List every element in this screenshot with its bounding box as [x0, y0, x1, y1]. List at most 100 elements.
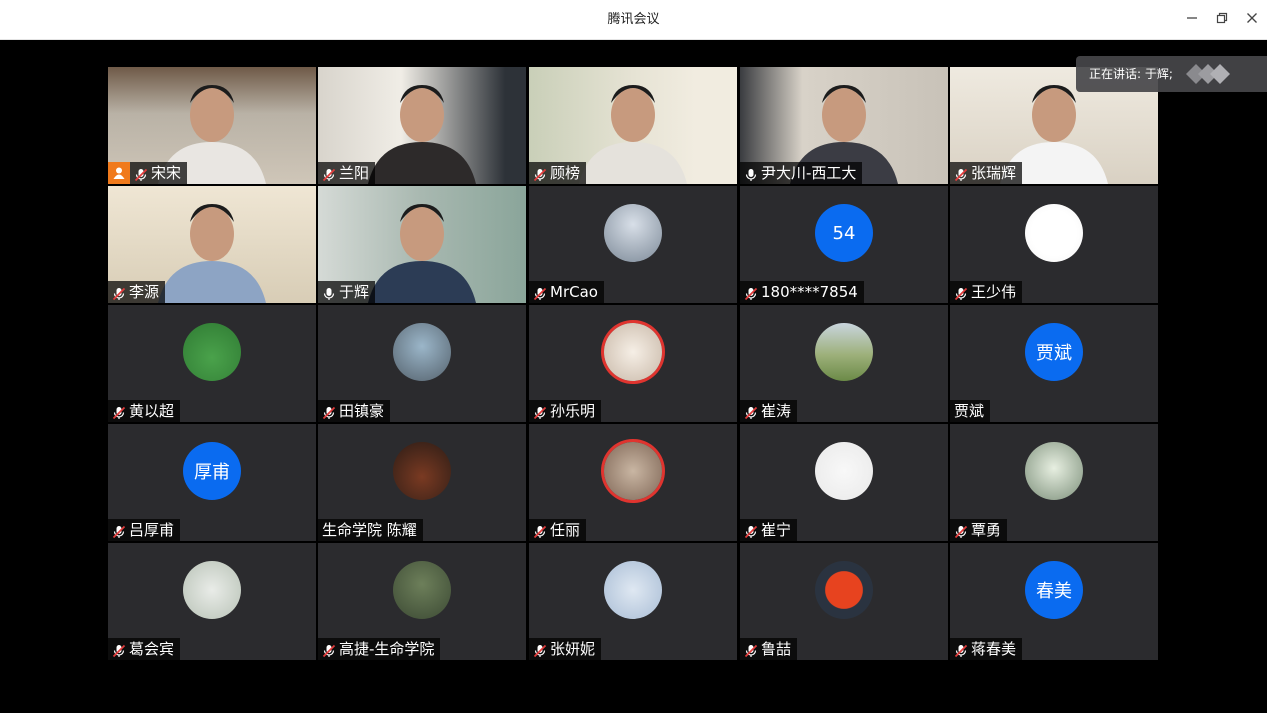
participant-tile[interactable]: 贾斌 贾斌: [950, 305, 1158, 422]
participant-avatar: [815, 442, 873, 500]
microphone-muted-icon: [112, 285, 126, 301]
participant-name: 高捷-生命学院: [339, 640, 435, 658]
participant-name: 生命学院 陈耀: [322, 521, 417, 539]
participant-avatar: [815, 323, 873, 381]
participant-name-label: 贾斌: [950, 400, 991, 422]
close-icon: [1247, 13, 1257, 23]
participant-avatar: 春美: [1025, 561, 1083, 619]
participant-tile[interactable]: 鲁喆: [740, 543, 948, 660]
participant-name: 覃勇: [971, 521, 1002, 539]
window-title: 腾讯会议: [607, 12, 660, 27]
title-bar: 腾讯会议: [0, 0, 1267, 40]
participant-name: 崔宁: [761, 521, 792, 539]
participant-name-label: 黄以超: [108, 400, 181, 422]
minimize-button[interactable]: [1180, 8, 1204, 32]
participant-tile[interactable]: 兰阳: [318, 67, 526, 184]
participant-name: 黄以超: [129, 402, 175, 420]
participant-tile[interactable]: 张妍妮: [529, 543, 737, 660]
participant-name: 于辉: [339, 283, 370, 301]
speaker-avatars-icon: [1186, 64, 1230, 84]
participant-name: 宋宋: [151, 164, 182, 182]
participant-tile[interactable]: 宋宋: [108, 67, 316, 184]
participant-tile[interactable]: 王少伟: [950, 186, 1158, 303]
participant-name: 兰阳: [339, 164, 370, 182]
close-button[interactable]: [1240, 8, 1264, 32]
participant-name: MrCao: [550, 283, 598, 301]
participant-name: 孙乐明: [550, 402, 596, 420]
participant-avatar: [604, 323, 662, 381]
participant-name: 蒋春美: [971, 640, 1017, 658]
microphone-muted-icon: [744, 523, 758, 539]
participant-avatar: [604, 561, 662, 619]
participant-name-label: 覃勇: [950, 519, 1008, 541]
microphone-muted-icon: [112, 523, 126, 539]
microphone-muted-icon: [322, 404, 336, 420]
participant-tile[interactable]: 覃勇: [950, 424, 1158, 541]
participant-tile[interactable]: 厚甫 吕厚甫: [108, 424, 316, 541]
microphone-muted-icon: [533, 523, 547, 539]
participant-tile[interactable]: 任丽: [529, 424, 737, 541]
participant-name-label: 顾榜: [529, 162, 587, 184]
participant-avatar: 贾斌: [1025, 323, 1083, 381]
participant-name: 180****7854: [761, 283, 858, 301]
participant-avatar: 厚甫: [183, 442, 241, 500]
participant-tile[interactable]: 54 180****7854: [740, 186, 948, 303]
participant-tile[interactable]: 尹大川-西工大: [740, 67, 948, 184]
participant-name-label: 生命学院 陈耀: [318, 519, 423, 541]
participant-tile[interactable]: 黄以超: [108, 305, 316, 422]
participant-name-label: 王少伟: [950, 281, 1023, 303]
participant-name: 李源: [129, 283, 160, 301]
participant-name-label: 180****7854: [740, 281, 864, 303]
participant-name: 尹大川-西工大: [761, 164, 857, 182]
microphone-muted-icon: [533, 404, 547, 420]
microphone-muted-icon: [322, 642, 336, 658]
host-icon: [108, 162, 130, 184]
participant-name-label: 尹大川-西工大: [740, 162, 863, 184]
microphone-muted-icon: [744, 642, 758, 658]
participant-tile[interactable]: 高捷-生命学院: [318, 543, 526, 660]
participant-name-label: 张瑞辉: [950, 162, 1023, 184]
microphone-muted-icon: [533, 642, 547, 658]
participant-name-label: 兰阳: [318, 162, 376, 184]
participant-tile[interactable]: 于辉: [318, 186, 526, 303]
participant-name-label: 鲁喆: [740, 638, 798, 660]
restore-icon: [1216, 12, 1228, 24]
participant-name: 任丽: [550, 521, 581, 539]
participant-tile[interactable]: 春美蒋春美: [950, 543, 1158, 660]
participant-avatar: [604, 204, 662, 262]
minimize-icon: [1187, 17, 1197, 19]
participant-name-label: 宋宋: [108, 162, 188, 184]
restore-button[interactable]: [1210, 8, 1234, 32]
participant-name: 王少伟: [971, 283, 1017, 301]
participant-avatar: [183, 561, 241, 619]
video-grid: 宋宋 兰阳 顾榜 尹大川-西工大 张瑞辉李源 于辉 MrCao 54 180****7854 王少…: [0, 40, 1267, 713]
participant-name-label: 李源: [108, 281, 166, 303]
participant-tile[interactable]: 孙乐明: [529, 305, 737, 422]
participant-tile[interactable]: 崔宁: [740, 424, 948, 541]
microphone-muted-icon: [954, 642, 968, 658]
microphone-icon: [322, 285, 336, 300]
participant-avatar: [1025, 204, 1083, 262]
microphone-muted-icon: [134, 166, 148, 182]
microphone-muted-icon: [954, 166, 968, 182]
participant-tile[interactable]: 田镇豪: [318, 305, 526, 422]
participant-name: 葛会宾: [129, 640, 175, 658]
participant-avatar: [393, 561, 451, 619]
participant-tile[interactable]: 顾榜: [529, 67, 737, 184]
participant-tile[interactable]: 生命学院 陈耀: [318, 424, 526, 541]
participant-name: 张瑞辉: [971, 164, 1017, 182]
participant-name: 顾榜: [550, 164, 581, 182]
speaking-indicator: 正在讲话: 于辉;: [1076, 56, 1267, 92]
participant-name-label: 于辉: [318, 281, 376, 303]
participant-tile[interactable]: MrCao: [529, 186, 737, 303]
microphone-muted-icon: [954, 523, 968, 539]
microphone-muted-icon: [954, 285, 968, 301]
microphone-muted-icon: [112, 404, 126, 420]
participant-avatar: [393, 442, 451, 500]
participant-name-label: 崔涛: [740, 400, 798, 422]
participant-name-label: 田镇豪: [318, 400, 391, 422]
participant-tile[interactable]: 李源: [108, 186, 316, 303]
participant-tile[interactable]: 崔涛: [740, 305, 948, 422]
participant-name-label: 吕厚甫: [108, 519, 181, 541]
participant-tile[interactable]: 葛会宾: [108, 543, 316, 660]
